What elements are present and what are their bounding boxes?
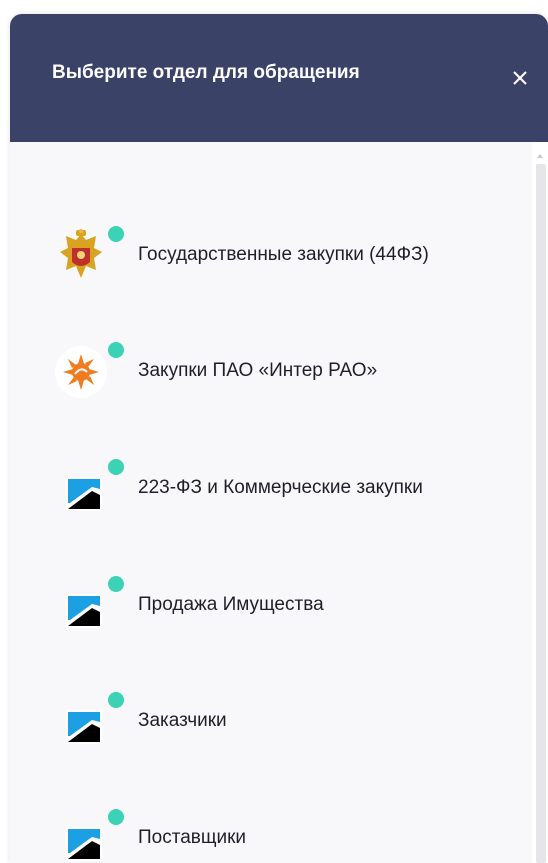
department-item-inter-rao[interactable]: Закупки ПАО «Интер РАО» [46, 342, 516, 402]
department-label: Государственные закупки (44ФЗ) [138, 244, 429, 265]
online-status-dot [108, 692, 124, 708]
online-status-dot [108, 576, 124, 592]
close-button[interactable] [506, 64, 534, 92]
russian-coat-of-arms-icon [52, 226, 110, 286]
scrollbar[interactable] [532, 142, 548, 863]
department-item-customers[interactable]: Заказчики [46, 692, 516, 752]
department-label: Поставщики [138, 827, 247, 848]
dialog-title: Выберите отдел для обращения [52, 62, 360, 83]
department-label: Закупки ПАО «Интер РАО» [138, 360, 378, 381]
close-icon [513, 71, 527, 85]
online-status-dot [108, 342, 124, 358]
online-status-dot [108, 459, 124, 475]
department-label: 223-ФЗ и Коммерческие закупки [138, 477, 423, 498]
dialog-header: Выберите отдел для обращения [10, 14, 548, 142]
inter-rao-logo-icon [52, 342, 110, 402]
department-label: Продажа Имущества [138, 594, 324, 615]
trading-platform-logo-icon [52, 459, 110, 519]
online-status-dot [108, 226, 124, 242]
department-item-suppliers[interactable]: Поставщики [46, 809, 516, 863]
department-select-dialog: Выберите отдел для обращения Государстве… [10, 14, 548, 863]
department-label: Заказчики [138, 710, 227, 731]
scroll-thumb[interactable] [536, 164, 546, 863]
trading-platform-logo-icon [52, 576, 110, 636]
trading-platform-logo-icon [52, 692, 110, 752]
online-status-dot [108, 809, 124, 825]
department-item-44fz[interactable]: Государственные закупки (44ФЗ) [46, 226, 516, 286]
department-item-223fz[interactable]: 223-ФЗ и Коммерческие закупки [46, 459, 516, 519]
department-item-property-sale[interactable]: Продажа Имущества [46, 576, 516, 636]
trading-platform-logo-icon [52, 809, 110, 863]
scroll-up-arrow-icon[interactable] [537, 154, 543, 158]
